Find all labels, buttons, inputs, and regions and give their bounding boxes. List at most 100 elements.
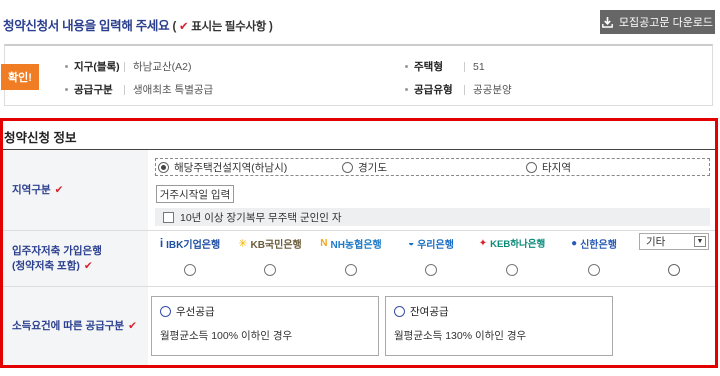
residence-date-button[interactable]: 거주시작일 입력 [156, 185, 234, 203]
bank-option-nh[interactable]: N NH농협은행 [312, 235, 390, 283]
bank-row: 입주자저축 가입은행 (청약저축 포함) ✔ i IBK기업은행 ✳ KB국민은행… [3, 231, 715, 287]
required-check-icon: ✔ [128, 319, 137, 332]
info-value: 공공분양 [473, 84, 512, 96]
bullet-icon [65, 88, 68, 91]
divider [464, 61, 465, 72]
bullet-icon [65, 65, 68, 68]
bank-label-wrap: 입주자저축 가입은행 (청약저축 포함) ✔ [12, 244, 102, 274]
region-label: 지역구분 ✔ [3, 150, 148, 230]
info-label: 지구(블록) [74, 61, 120, 73]
military-checkbox[interactable] [163, 211, 174, 223]
supply-option-remaining[interactable]: 잔여공급 월평균소득 130% 이하인 경우 [385, 296, 613, 356]
bank-option-kb[interactable]: ✳ KB국민은행 [231, 235, 309, 283]
page-title: 청약신청서 내용을 입력해 주세요 ( ✔ 표시는 필수사항 ) [3, 15, 273, 34]
supply-option-title: 우선공급 [176, 306, 215, 318]
bullet-icon [405, 88, 408, 91]
page-title-text: 청약신청서 내용을 입력해 주세요 [3, 19, 170, 33]
download-label: 모집공고문 다운로드 [618, 17, 714, 29]
required-note-text: 표시는 필수사항 ) [188, 21, 273, 33]
kb-logo: ✳ KB국민은행 [231, 235, 309, 251]
radio-icon[interactable] [425, 264, 437, 276]
nh-logo: N NH농협은행 [312, 235, 390, 251]
region-option-label: 경기도 [358, 161, 387, 174]
bank-name: NH농협은행 [330, 239, 382, 251]
supply-type-row: 소득요건에 따른 공급구분 ✔ 우선공급 월평균소득 100% 이하인 경우 잔여… [3, 287, 715, 365]
supply-option-title: 잔여공급 [410, 306, 449, 318]
required-check-icon: ✔ [54, 183, 64, 196]
chevron-down-icon[interactable]: ▼ [694, 236, 706, 247]
bank-name: IBK기업은행 [166, 239, 221, 251]
other-bank-select-value: 기타 [646, 236, 666, 248]
download-notice-button[interactable]: 모집공고문 다운로드 [600, 10, 715, 34]
radio-icon[interactable] [506, 264, 518, 276]
info-label: 주택형 [414, 61, 443, 73]
bank-label-line1: 입주자저축 가입은행 [12, 244, 102, 257]
confirm-box: 확인! 지구(블록) 하남교산(A2) 공급구분 생애최초 특별공급 주택형 5… [1, 44, 713, 106]
radio-icon[interactable] [588, 264, 600, 276]
divider [464, 84, 465, 95]
region-option-label: 해당주택건설지역(하남시) [174, 161, 288, 174]
radio-selected-icon[interactable] [158, 161, 169, 173]
bank-label: 입주자저축 가입은행 (청약저축 포함) ✔ [3, 231, 148, 286]
other-bank-select[interactable]: 기타 ▼ [639, 233, 709, 250]
ibk-mark-icon: i [159, 236, 164, 250]
shinhan-mark-icon: ● [571, 237, 578, 249]
radio-icon[interactable] [342, 161, 353, 173]
supply-option-desc: 월평균소득 100% 이하인 경우 [160, 330, 293, 342]
title-bar: 청약신청서 내용을 입력해 주세요 ( ✔ 표시는 필수사항 ) 모집공고문 다… [0, 10, 720, 34]
bank-option-keb-hana[interactable]: ✦ KEB하나은행 [473, 235, 551, 283]
bank-name: 우리은행 [417, 239, 454, 251]
supply-option-head: 잔여공급 [394, 304, 604, 319]
info-value: 생애최초 특별공급 [133, 84, 214, 96]
required-check-icon: ✔ [83, 259, 93, 272]
supply-option-priority[interactable]: 우선공급 월평균소득 100% 이하인 경우 [151, 296, 379, 356]
bullet-icon [405, 65, 408, 68]
info-supply-type: 공급구분 생애최초 특별공급 [65, 82, 213, 97]
divider [124, 61, 125, 72]
bank-name: 신한은행 [580, 239, 617, 251]
required-check-icon: ✔ [178, 21, 189, 33]
region-option-gyeonggi[interactable]: 경기도 [342, 160, 387, 175]
military-checkbox-label: 10년 이상 장기복무 무주택 군인인 자 [180, 211, 342, 224]
bank-option-shinhan[interactable]: ● 신한은행 [555, 235, 633, 283]
bank-label-line2-text: (청약저축 포함) [12, 259, 80, 272]
bank-name: KEB하나은행 [490, 239, 546, 250]
divider [124, 84, 125, 95]
region-option-local[interactable]: 해당주택건설지역(하남시) [158, 160, 287, 175]
hana-logo: ✦ KEB하나은행 [473, 235, 551, 251]
bank-option-ibk[interactable]: i IBK기업은행 [151, 235, 229, 283]
kb-star-icon: ✳ [238, 237, 248, 250]
region-option-label: 타지역 [542, 161, 571, 174]
confirm-badge: 확인! [1, 64, 39, 90]
region-row: 지역구분 ✔ 해당주택건설지역(하남시) 경기도 타지역 거주시작일 입력 10년… [3, 150, 715, 231]
woori-logo: ◒ 우리은행 [392, 235, 470, 251]
info-sale-type: 공급유형 공공분양 [405, 82, 512, 97]
region-options: 해당주택건설지역(하남시) 경기도 타지역 [155, 158, 710, 176]
hana-mark-icon: ✦ [478, 237, 488, 249]
bank-label-line2: (청약저축 포함) ✔ [12, 259, 102, 274]
section-title: 청약신청 정보 [4, 131, 77, 145]
supply-type-label: 소득요건에 따른 공급구분 ✔ [3, 287, 148, 365]
radio-icon[interactable] [264, 264, 276, 276]
required-note: ( ✔ 표시는 필수사항 ) [173, 21, 273, 33]
ibk-logo: i IBK기업은행 [151, 235, 229, 251]
radio-icon[interactable] [160, 306, 171, 317]
shinhan-logo: ● 신한은행 [555, 235, 633, 251]
bank-name: KB국민은행 [250, 239, 302, 251]
radio-icon[interactable] [184, 264, 196, 276]
other-bank-radio[interactable] [668, 264, 680, 276]
nh-mark-icon: N [320, 237, 328, 249]
military-checkbox-row[interactable]: 10년 이상 장기복무 무주택 군인인 자 [155, 208, 710, 226]
woori-mark-icon: ◒ [408, 237, 415, 249]
radio-icon[interactable] [526, 161, 537, 173]
radio-icon[interactable] [345, 264, 357, 276]
download-icon [602, 16, 613, 28]
region-label-text: 지역구분 [12, 183, 51, 196]
application-info-section: 청약신청 정보 지역구분 ✔ 해당주택건설지역(하남시) 경기도 타지역 거주시작… [0, 118, 718, 368]
region-option-other[interactable]: 타지역 [526, 160, 571, 175]
radio-icon[interactable] [394, 306, 405, 317]
info-district: 지구(블록) 하남교산(A2) [65, 59, 191, 74]
supply-option-desc: 월평균소득 130% 이하인 경우 [394, 330, 527, 342]
info-label: 공급구분 [74, 84, 113, 96]
bank-option-woori[interactable]: ◒ 우리은행 [392, 235, 470, 283]
